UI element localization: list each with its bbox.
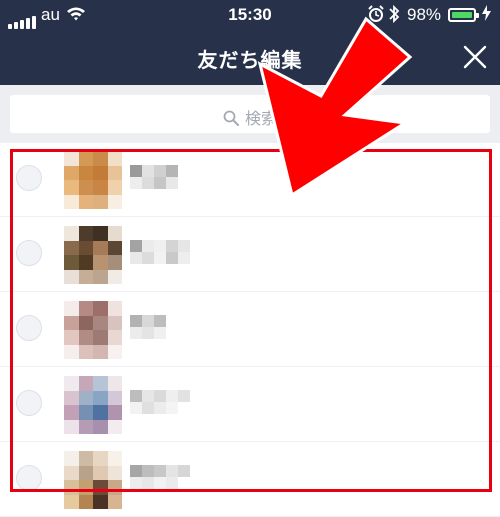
friend-name-blurred [130,390,190,414]
battery-percentage: 98% [407,5,442,24]
page-title: 友だち編集 [197,48,303,72]
status-bar: au 15:30 98% [0,0,500,30]
avatar [64,151,122,209]
app-header: au 15:30 98% 友だち編集 [0,0,500,85]
avatar [64,226,122,284]
friend-name-blurred [130,315,190,339]
friend-name-blurred [130,165,190,189]
select-radio[interactable] [16,240,42,266]
friend-list [0,143,500,517]
search-icon [223,110,239,126]
select-radio[interactable] [16,465,42,491]
list-item[interactable] [0,143,500,217]
list-item[interactable] [0,368,500,442]
alarm-icon [368,5,384,28]
charging-icon [482,5,491,24]
search-bar-area: 検索 [0,85,500,143]
select-radio[interactable] [16,315,42,341]
avatar [64,301,122,359]
friend-name-blurred [130,465,190,489]
avatar [64,451,122,509]
search-placeholder: 検索 [244,109,277,128]
bluetooth-icon [388,4,400,29]
search-input[interactable]: 検索 [10,95,490,133]
battery-icon [448,8,479,22]
close-icon[interactable] [462,44,488,70]
select-radio[interactable] [16,390,42,416]
select-radio[interactable] [16,165,42,191]
avatar [64,376,122,434]
list-item[interactable] [0,218,500,292]
list-item[interactable] [0,293,500,367]
list-item[interactable] [0,443,500,517]
friend-name-blurred [130,240,190,264]
